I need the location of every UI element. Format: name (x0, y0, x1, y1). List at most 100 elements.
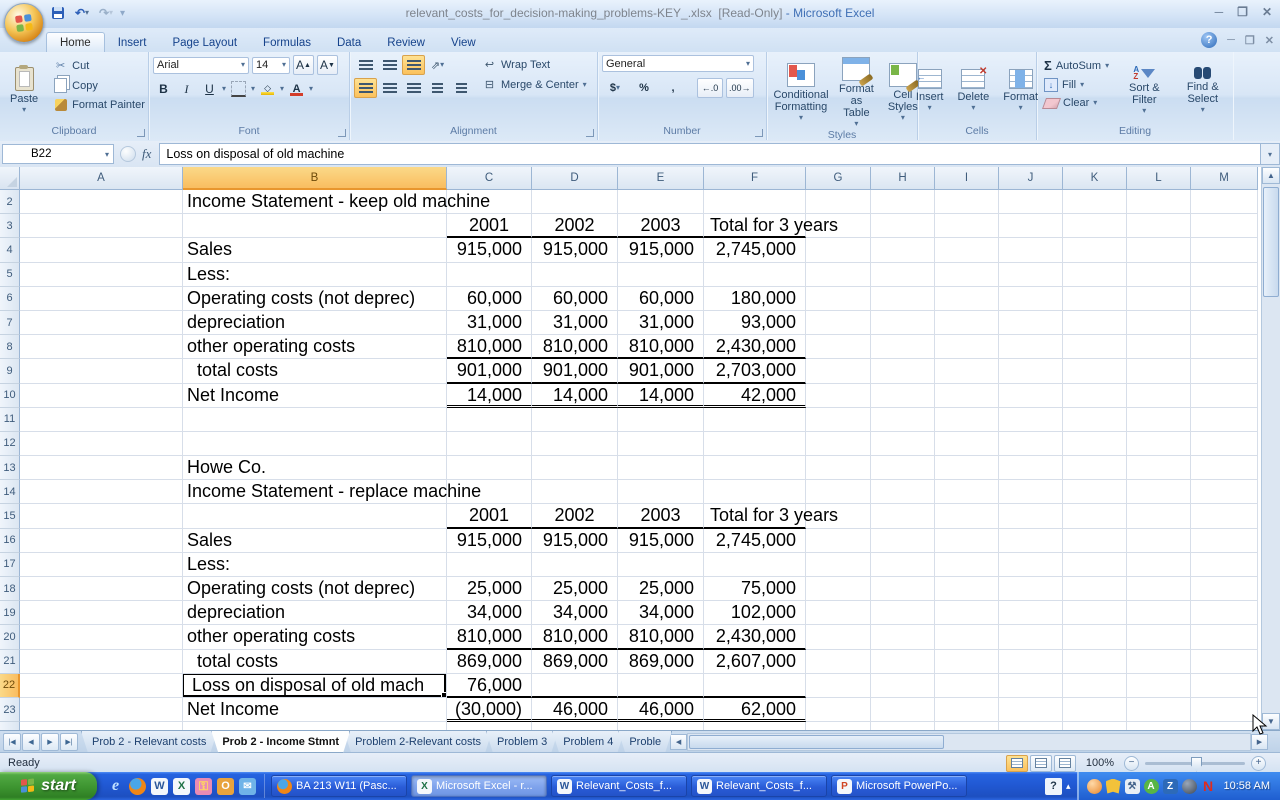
cell-C17[interactable] (447, 553, 532, 577)
cell-H5[interactable] (871, 263, 935, 287)
cell-J13[interactable] (999, 456, 1063, 480)
cell-I5[interactable] (935, 263, 999, 287)
cell-G13[interactable] (806, 456, 871, 480)
taskbar-button-firefox[interactable]: BA 213 W11 (Pasc... (271, 775, 407, 797)
cell-H2[interactable] (871, 190, 935, 214)
orientation-button[interactable]: ⇗▾ (426, 55, 449, 75)
cell-C10[interactable]: 14,000 (447, 384, 532, 408)
row-header-11[interactable]: 11 (0, 408, 20, 432)
cell-B8[interactable]: other operating costs (183, 335, 447, 359)
cell-F9[interactable]: 2,703,000 (704, 359, 806, 383)
cell-G5[interactable] (806, 263, 871, 287)
copy-button[interactable]: Copy (50, 77, 148, 94)
cell-H11[interactable] (871, 408, 935, 432)
row-header-7[interactable]: 7 (0, 311, 20, 335)
row-header-9[interactable]: 9 (0, 359, 20, 383)
cell-A3[interactable] (20, 214, 183, 238)
cell-G22[interactable] (806, 674, 871, 698)
cell-M18[interactable] (1191, 577, 1258, 601)
cell-A[interactable] (20, 722, 183, 730)
cell-M6[interactable] (1191, 287, 1258, 311)
zoom-level[interactable]: 100% (1086, 757, 1114, 769)
col-header-A[interactable]: A (20, 167, 183, 190)
cell-G[interactable] (806, 722, 871, 730)
cell-F20[interactable]: 2,430,000 (704, 625, 806, 649)
col-header-G[interactable]: G (806, 167, 871, 190)
row-header-10[interactable]: 10 (0, 384, 20, 408)
fill-color-button[interactable]: ◇ (257, 79, 278, 99)
cell-A17[interactable] (20, 553, 183, 577)
cell-A19[interactable] (20, 601, 183, 625)
cell-A8[interactable] (20, 335, 183, 359)
cell-I7[interactable] (935, 311, 999, 335)
align-right-button[interactable] (402, 78, 425, 98)
cell-E8[interactable]: 810,000 (618, 335, 704, 359)
taskbar-button-powerpoint[interactable]: PMicrosoft PowerPo... (831, 775, 967, 797)
cell-D9[interactable]: 901,000 (532, 359, 618, 383)
help-button[interactable]: ? (1201, 32, 1217, 48)
cell-E16[interactable]: 915,000 (618, 529, 704, 553)
cell-D5[interactable] (532, 263, 618, 287)
cell-A13[interactable] (20, 456, 183, 480)
row-header-12[interactable]: 12 (0, 432, 20, 456)
ie-icon[interactable]: e (107, 778, 124, 795)
font-color-button[interactable]: A (286, 79, 307, 99)
save-button[interactable] (48, 4, 68, 22)
cell-H16[interactable] (871, 529, 935, 553)
taskbar-button-word[interactable]: WRelevant_Costs_f... (691, 775, 827, 797)
cell-L7[interactable] (1127, 311, 1191, 335)
sheet-tab-prob-2-income-stmnt[interactable]: Prob 2 - Income Stmnt (211, 731, 350, 753)
tray-dark-icon[interactable] (1182, 779, 1197, 794)
shrink-font-button[interactable]: A▼ (317, 55, 338, 75)
cell-M5[interactable] (1191, 263, 1258, 287)
tray-tool-icon[interactable]: ⚒ (1125, 779, 1140, 794)
cell-K21[interactable] (1063, 650, 1127, 674)
cell-M4[interactable] (1191, 238, 1258, 262)
cell-I18[interactable] (935, 577, 999, 601)
cell-K22[interactable] (1063, 674, 1127, 698)
cell-I8[interactable] (935, 335, 999, 359)
italic-button[interactable]: I (176, 79, 197, 99)
cell-B20[interactable]: other operating costs (183, 625, 447, 649)
cell-M[interactable] (1191, 722, 1258, 730)
mail-icon[interactable]: ✉ (239, 778, 256, 795)
cell-M11[interactable] (1191, 408, 1258, 432)
cell-H22[interactable] (871, 674, 935, 698)
cell-F4[interactable]: 2,745,000 (704, 238, 806, 262)
cell-K10[interactable] (1063, 384, 1127, 408)
row-header-16[interactable]: 16 (0, 529, 20, 553)
cell-I13[interactable] (935, 456, 999, 480)
cell-M7[interactable] (1191, 311, 1258, 335)
cell-J6[interactable] (999, 287, 1063, 311)
cell-J9[interactable] (999, 359, 1063, 383)
cell-D23[interactable]: 46,000 (532, 698, 618, 722)
sheet-tab-problem-2-relevant-costs[interactable]: Problem 2-Relevant costs (344, 731, 492, 753)
close-button[interactable]: ✕ (1262, 5, 1272, 19)
cell-I15[interactable] (935, 504, 999, 528)
col-header-J[interactable]: J (999, 167, 1063, 190)
borders-button[interactable] (228, 79, 249, 99)
cell-E13[interactable] (618, 456, 704, 480)
cell-L2[interactable] (1127, 190, 1191, 214)
cell-H10[interactable] (871, 384, 935, 408)
key-icon[interactable]: ⚿ (195, 778, 212, 795)
sort-filter-button[interactable]: AZ Sort & Filter ▾ (1118, 55, 1170, 125)
cell-A6[interactable] (20, 287, 183, 311)
name-box[interactable]: B22 ▾ (2, 144, 114, 164)
bold-button[interactable]: B (153, 79, 174, 99)
cell-L[interactable] (1127, 722, 1191, 730)
accounting-format-button[interactable]: $▾ (602, 78, 628, 98)
cell-J8[interactable] (999, 335, 1063, 359)
cell-G7[interactable] (806, 311, 871, 335)
cell-I20[interactable] (935, 625, 999, 649)
middle-align-button[interactable] (378, 55, 401, 75)
cell-H13[interactable] (871, 456, 935, 480)
cell-L21[interactable] (1127, 650, 1191, 674)
cell-I10[interactable] (935, 384, 999, 408)
cell-C15[interactable]: 2001 (447, 504, 532, 528)
tray-n-icon[interactable]: N (1201, 779, 1216, 794)
cell-L14[interactable] (1127, 480, 1191, 504)
workbook-restore-button[interactable]: ❐ (1245, 34, 1255, 47)
cell-E23[interactable]: 46,000 (618, 698, 704, 722)
cell-K15[interactable] (1063, 504, 1127, 528)
